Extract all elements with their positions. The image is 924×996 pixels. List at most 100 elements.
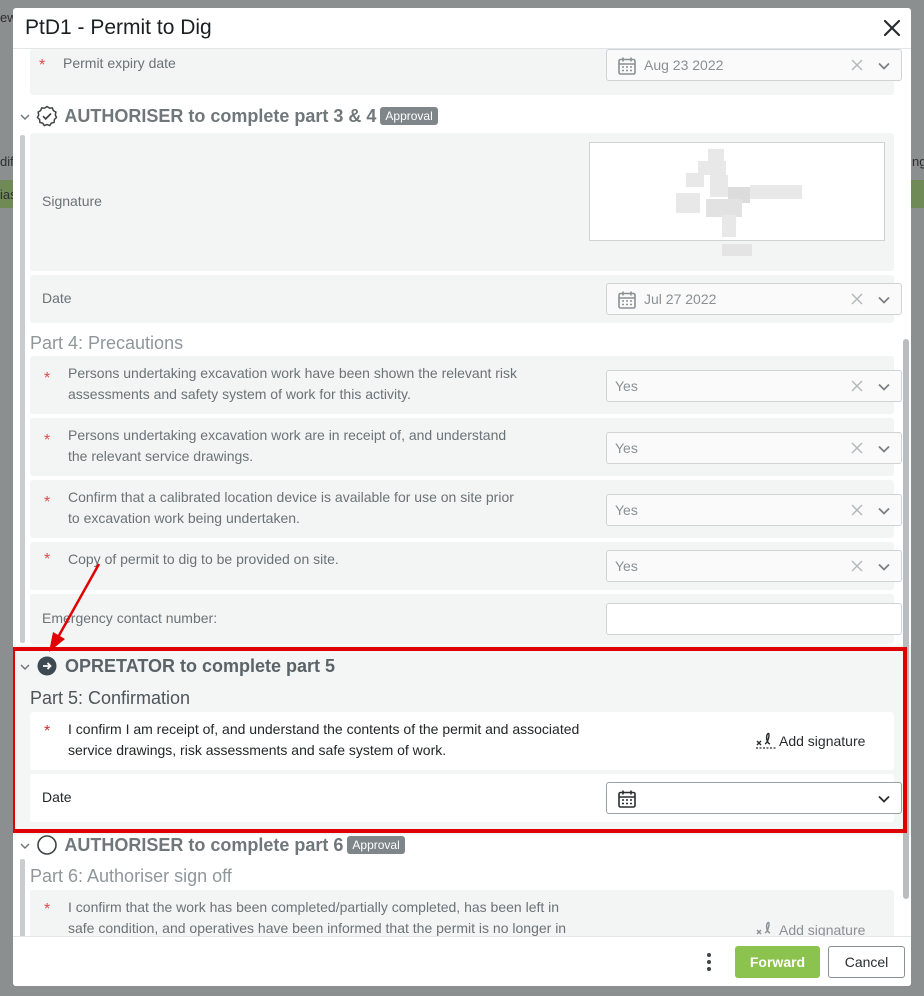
signature-icon [756,732,776,749]
background-text-fragment: dif [0,154,14,169]
permit-expiry-value: Aug 23 2022 [644,57,724,73]
add-signature-button[interactable]: Add signature [755,920,865,936]
chevron-down-icon[interactable] [877,792,891,806]
close-icon[interactable] [881,17,903,39]
permit-expiry-row: * Permit expiry date Aug 23 2022 [30,49,902,95]
calendar-icon [618,57,636,75]
precaution-select[interactable]: Yes [606,370,902,402]
scrollbar-thumb[interactable] [903,339,909,899]
precaution-text: Persons undertaking excavation work are … [68,427,507,443]
chevron-down-icon[interactable] [877,380,891,394]
operator-date-row: Date [30,774,902,822]
section-indent-bar [20,859,25,936]
modal-header: PtD1 - Permit to Dig [13,8,911,49]
background-green-bar [911,180,924,208]
precaution-row: * Persons undertaking excavation work ar… [30,418,902,476]
required-asterisk: * [44,370,51,387]
authoriser-confirmation-text: safe condition, and operatives have been… [68,920,567,936]
signature-image [589,142,885,241]
clear-icon[interactable] [850,559,864,573]
authoriser-6-heading[interactable]: AUTHORISER to complete part 6 Approval [19,834,405,856]
required-asterisk: * [44,723,51,740]
authoriser-3-4-heading[interactable]: AUTHORISER to complete part 3 & 4 Approva… [19,105,438,127]
required-asterisk: * [39,57,46,74]
precaution-row: * Persons undertaking excavation work ha… [30,356,902,414]
precaution-row: * Confirm that a calibrated location dev… [30,480,902,538]
signature-label: Signature [42,193,102,209]
add-signature-button[interactable]: Add signature [755,731,865,749]
required-asterisk: * [44,551,51,568]
chevron-down-icon[interactable] [877,560,891,574]
authoriser-6-heading-text: AUTHORISER to complete part 6 [64,835,344,855]
precaution-text: assessments and safety system of work fo… [68,386,411,402]
authoriser-date-field[interactable]: Jul 27 2022 [606,283,902,315]
background-text-fragment: ng [912,154,924,169]
emergency-contact-label: Emergency contact number: [42,610,218,626]
calendar-icon [618,291,636,309]
part-6-title: Part 6: Authoriser sign off [30,866,232,886]
operator-5-heading-text: OPRETATOR to complete part 5 [65,656,336,676]
precaution-value: Yes [615,558,638,574]
precaution-text: Persons undertaking excavation work have… [68,365,518,381]
required-asterisk: * [44,901,51,918]
approval-badge: Approval [347,836,405,854]
precaution-select[interactable]: Yes [606,432,902,464]
chevron-down-icon[interactable] [877,293,891,307]
clear-icon[interactable] [850,503,864,517]
signature-graphic [676,149,802,237]
precaution-text: Confirm that a calibrated location devic… [68,489,514,505]
section-indent-bar [20,135,25,643]
empty-circle-icon [37,835,57,855]
precaution-value: Yes [615,440,638,456]
approval-badge: Approval [380,107,438,125]
more-options-icon[interactable] [705,952,713,972]
authoriser-date-value: Jul 27 2022 [644,291,717,307]
authoriser-date-row: Date Jul 27 2022 [30,275,902,323]
required-asterisk: * [44,432,51,449]
add-signature-label: Add signature [779,922,866,936]
forward-button[interactable]: Forward [735,946,820,978]
emergency-contact-input[interactable] [606,603,902,635]
date-label: Date [42,290,72,306]
badge-check-icon [36,105,58,127]
operator-date-field[interactable] [606,782,902,814]
chevron-down-icon[interactable] [877,59,891,73]
clear-icon[interactable] [850,441,864,455]
chevron-down-icon[interactable] [877,442,891,456]
required-asterisk: * [44,494,51,511]
precaution-text: Copy of permit to dig to be provided on … [68,551,339,567]
permit-modal: PtD1 - Permit to Dig * Permit expiry dat… [13,8,911,986]
precaution-select[interactable]: Yes [606,550,902,582]
calendar-icon [618,790,636,808]
cancel-button[interactable]: Cancel [828,946,905,978]
confirmation-text: I confirm I am receipt of, and understan… [68,721,580,737]
signature-graphic-tail [722,244,752,256]
precaution-row: * Copy of permit to dig to be provided o… [30,542,902,590]
clear-icon[interactable] [850,58,864,72]
authoriser-confirmation-row: * I confirm that the work has been compl… [30,890,894,936]
modal-footer: Forward Cancel [13,936,911,986]
caret-down-icon[interactable] [19,111,31,123]
part-5-title: Part 5: Confirmation [30,688,191,708]
confirmation-text: service drawings, risk assessments and s… [68,742,447,758]
precaution-value: Yes [615,378,638,394]
confirmation-row: * I confirm I am receipt of, and underst… [30,712,894,770]
chevron-down-icon[interactable] [877,504,891,518]
clear-icon[interactable] [850,379,864,393]
modal-title: PtD1 - Permit to Dig [25,16,212,39]
permit-expiry-label: Permit expiry date [63,55,176,71]
part-4-title: Part 4: Precautions [30,333,184,353]
authoriser-confirmation-text: I confirm that the work has been complet… [68,899,560,915]
arrow-circle-icon [37,656,57,676]
precaution-text: to excavation work being undertaken. [68,510,300,526]
caret-down-icon[interactable] [19,840,31,852]
modal-body[interactable]: * Permit expiry date Aug 23 2022 AUTHORI… [13,49,911,936]
precaution-text: the relevant service drawings. [68,448,254,464]
emergency-contact-row: Emergency contact number: [30,594,902,644]
caret-down-icon[interactable] [19,661,31,673]
operator-5-heading[interactable]: OPRETATOR to complete part 5 [19,655,335,677]
permit-expiry-date-field[interactable]: Aug 23 2022 [606,49,902,81]
add-signature-label: Add signature [779,733,866,749]
precaution-select[interactable]: Yes [606,494,902,526]
clear-icon[interactable] [850,292,864,306]
